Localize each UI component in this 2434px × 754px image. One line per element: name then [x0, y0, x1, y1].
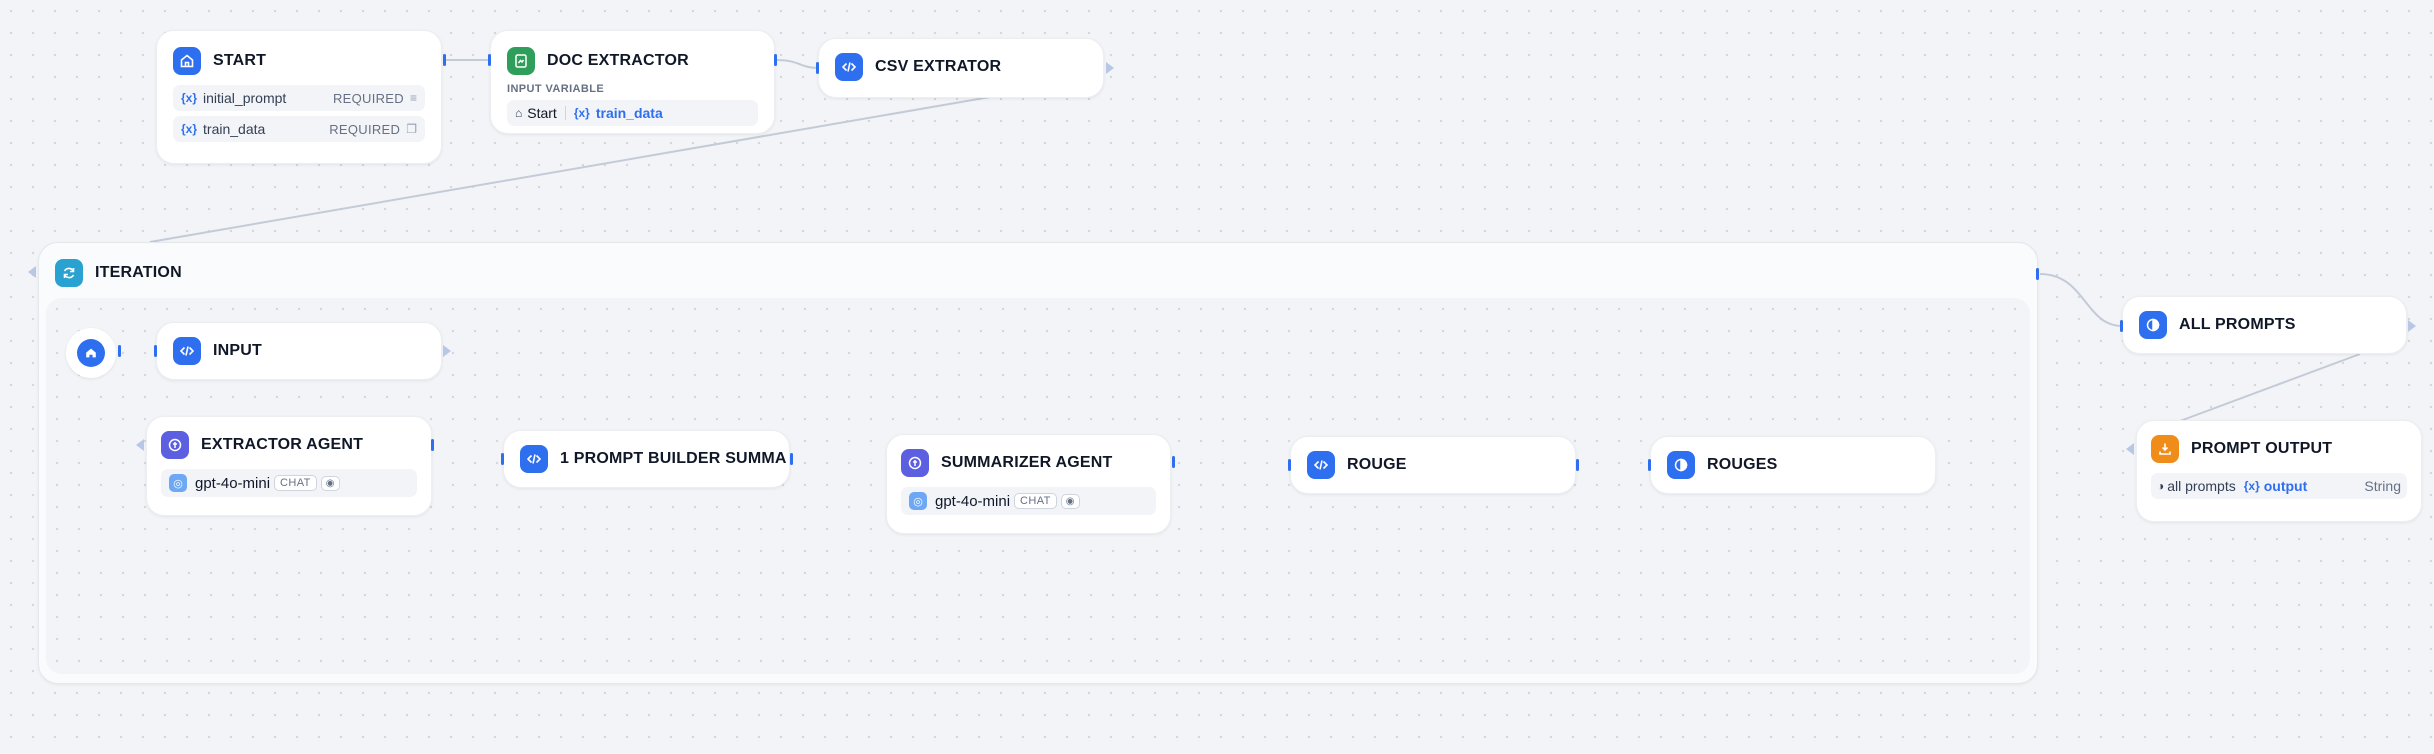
rouges-node[interactable]: ROUGES	[1650, 436, 1936, 494]
node-title: INPUT	[213, 342, 262, 359]
variable-name: train_data	[203, 121, 266, 137]
prompt-output-input-handle[interactable]	[2126, 443, 2134, 455]
source-variable-name: train_data	[595, 105, 663, 121]
output-variable-row[interactable]: ◑ all prompts {x} output String	[2151, 473, 2407, 499]
prompt-builder-output-handle[interactable]	[790, 453, 793, 465]
node-title: SUMMARIZER AGENT	[941, 454, 1113, 471]
aggregator-icon: ◑	[2157, 479, 2165, 493]
model-name: gpt-4o-mini	[935, 492, 1011, 510]
node-title: EXTRACTOR AGENT	[201, 436, 364, 453]
openai-icon: ◎	[169, 474, 187, 492]
all-prompts-input-handle[interactable]	[2120, 320, 2123, 332]
node-title: ROUGES	[1707, 456, 1778, 473]
node-title: DOC EXTRACTOR	[547, 52, 689, 69]
input-output-handle[interactable]	[443, 345, 451, 357]
node-title: ALL PROMPTS	[2179, 316, 2296, 333]
extractor-agent-node[interactable]: EXTRACTOR AGENT ◎ gpt-4o-mini CHAT ◉	[146, 416, 432, 516]
model-selector[interactable]: ◎ gpt-4o-mini CHAT ◉	[161, 469, 417, 497]
eye-icon[interactable]: ◉	[1060, 493, 1080, 509]
loop-icon	[55, 259, 83, 287]
start-output-handle[interactable]	[443, 54, 446, 66]
iteration-start-output-handle[interactable]	[118, 345, 121, 357]
doc-extractor-node[interactable]: DOC EXTRACTOR INPUT VARIABLE ⌂ Start {x}…	[490, 30, 775, 134]
variable-icon: {x}	[181, 91, 198, 105]
node-title: PROMPT OUTPUT	[2191, 440, 2333, 457]
agent-icon	[161, 431, 189, 459]
summarizer-agent-output-handle[interactable]	[1172, 456, 1175, 468]
variable-icon: {x}	[573, 106, 590, 120]
start-node[interactable]: START {x} initial_prompt REQUIRED ≡ {x} …	[156, 30, 442, 164]
code-icon	[1307, 451, 1335, 479]
iteration-start-node[interactable]	[66, 328, 116, 378]
rouge-output-handle[interactable]	[1576, 459, 1579, 471]
input-input-handle[interactable]	[154, 345, 157, 357]
iteration-input-handle[interactable]	[28, 266, 36, 278]
home-icon: ⌂	[515, 106, 523, 120]
divider	[564, 106, 566, 120]
rouges-input-handle[interactable]	[1648, 459, 1651, 471]
home-icon	[77, 339, 105, 367]
required-label: REQUIRED	[332, 90, 404, 106]
doc-extractor-output-handle[interactable]	[774, 54, 777, 66]
aggregator-icon	[2139, 311, 2167, 339]
chat-mode-tag: CHAT	[274, 475, 317, 491]
summarizer-agent-node[interactable]: SUMMARIZER AGENT ◎ gpt-4o-mini CHAT ◉	[886, 434, 1171, 534]
model-selector[interactable]: ◎ gpt-4o-mini CHAT ◉	[901, 487, 1156, 515]
home-icon	[173, 47, 201, 75]
source-node-name: Start	[527, 105, 557, 121]
code-icon	[520, 445, 548, 473]
node-title: CSV EXTRATOR	[875, 58, 1002, 75]
prompt-output-node[interactable]: PROMPT OUTPUT ◑ all prompts {x} output S…	[2136, 420, 2422, 522]
iteration-output-handle[interactable]	[2036, 268, 2039, 280]
eye-icon[interactable]: ◉	[320, 475, 340, 491]
edge-allprompts-output	[2179, 353, 2361, 422]
variable-icon: {x}	[2243, 479, 2260, 493]
all-prompts-node[interactable]: ALL PROMPTS	[2122, 296, 2407, 354]
input-node[interactable]: INPUT	[156, 322, 442, 380]
paragraph-icon: ≡	[409, 91, 417, 105]
output-icon	[2151, 435, 2179, 463]
node-title: ITERATION	[95, 264, 182, 281]
node-title: ROUGE	[1347, 456, 1407, 473]
prompt-builder-node[interactable]: 1 PROMPT BUILDER SUMMA	[503, 430, 790, 488]
csv-extractor-output-handle[interactable]	[1106, 62, 1114, 74]
start-variable-train-data[interactable]: {x} train_data REQUIRED ❐	[173, 116, 425, 142]
file-list-icon: ❐	[406, 122, 417, 136]
chat-mode-tag: CHAT	[1014, 493, 1057, 509]
prompt-builder-input-handle[interactable]	[501, 453, 504, 465]
node-title: 1 PROMPT BUILDER SUMMA	[560, 450, 787, 467]
input-variable-label: INPUT VARIABLE	[507, 83, 605, 95]
csv-extractor-input-handle[interactable]	[816, 62, 819, 74]
aggregator-icon	[1667, 451, 1695, 479]
required-label: REQUIRED	[329, 121, 401, 137]
extractor-agent-output-handle[interactable]	[431, 439, 434, 451]
variable-icon: {x}	[181, 122, 198, 136]
all-prompts-output-handle[interactable]	[2408, 320, 2416, 332]
document-icon	[507, 47, 535, 75]
output-variable-name: output	[2263, 478, 2308, 494]
agent-icon	[901, 449, 929, 477]
code-icon	[173, 337, 201, 365]
csv-extractor-node[interactable]: CSV EXTRATOR	[818, 38, 1104, 98]
rouge-input-handle[interactable]	[1288, 459, 1291, 471]
rouge-node[interactable]: ROUGE	[1290, 436, 1576, 494]
edge-iteration-allprompts	[2039, 273, 2123, 327]
openai-icon: ◎	[909, 492, 927, 510]
output-source: all prompts	[2167, 478, 2236, 494]
doc-extractor-input-handle[interactable]	[488, 54, 491, 66]
edge-doc-csv	[775, 59, 819, 69]
start-variable-initial-prompt[interactable]: {x} initial_prompt REQUIRED ≡	[173, 85, 425, 111]
output-type: String	[2364, 478, 2401, 494]
code-icon	[835, 53, 863, 81]
model-name: gpt-4o-mini	[195, 474, 271, 492]
extractor-agent-input-handle[interactable]	[136, 439, 144, 451]
input-variable-ref[interactable]: ⌂ Start {x} train_data	[507, 100, 758, 126]
node-title: START	[213, 52, 267, 69]
variable-name: initial_prompt	[203, 90, 287, 106]
